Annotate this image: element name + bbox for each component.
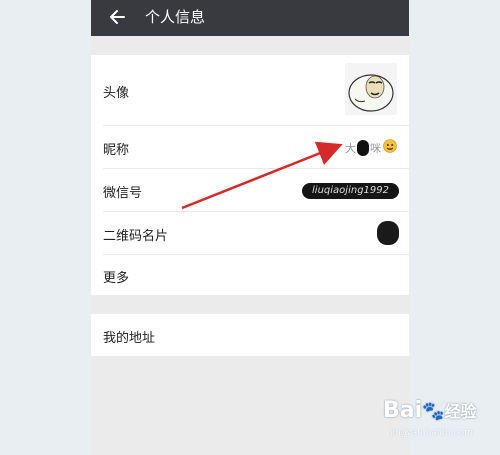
watermark-logo: Bai🐾经验 — [383, 398, 477, 423]
watermark-text: Bai — [383, 398, 423, 423]
annotation-arrow — [181, 141, 343, 210]
watermark-suffix: 经验 — [444, 402, 477, 421]
watermark-url: jingyan.baidu.com — [390, 428, 474, 438]
paw-icon: 🐾 — [422, 401, 445, 422]
